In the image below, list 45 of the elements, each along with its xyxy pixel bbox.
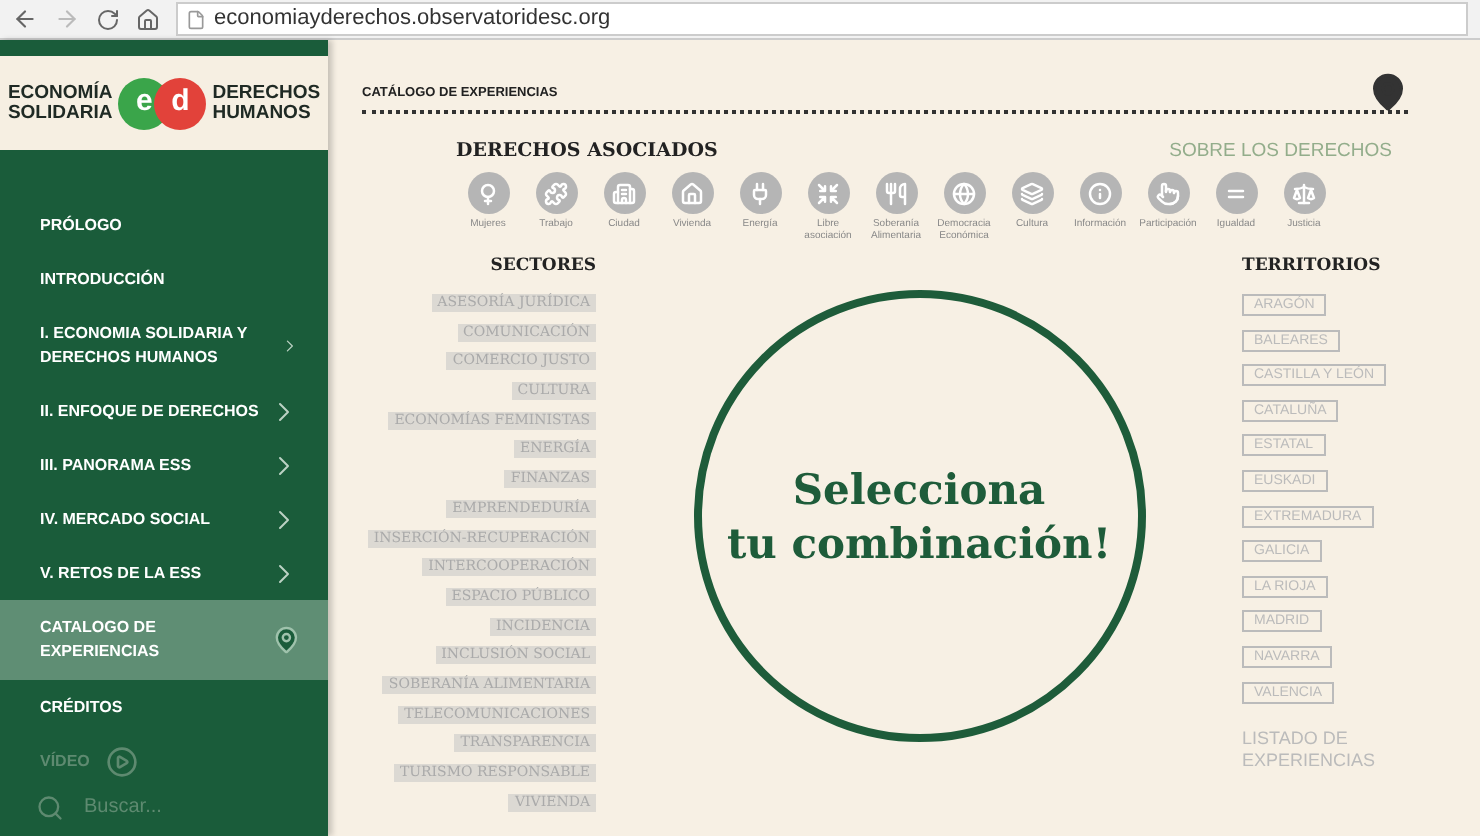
back-icon[interactable] [12, 6, 38, 32]
map-pin-icon[interactable] [1368, 72, 1408, 112]
reload-icon[interactable] [96, 7, 120, 31]
nav-item[interactable]: CRÉDITOS [0, 680, 328, 734]
experiences-link[interactable]: LISTADO DE EXPERIENCIAS [1242, 728, 1402, 773]
nav-item[interactable]: I. ECONOMIA SOLIDARIA Y DERECHOS HUMANOS [0, 306, 328, 384]
section-title: TERRITORIOS [1242, 254, 1381, 280]
nav-item[interactable]: IV. MERCADO SOCIAL [0, 492, 328, 546]
scales-icon [1283, 172, 1325, 215]
utensils-icon [875, 172, 917, 215]
logo-text: HUMANOS [212, 103, 313, 123]
venus-icon [467, 172, 509, 215]
logo-text: DERECHOS [212, 83, 321, 103]
plug-icon [739, 172, 781, 215]
nav-item[interactable]: VÍDEO [0, 734, 328, 788]
house-icon [671, 172, 713, 215]
arrows-inward-icon [807, 172, 849, 215]
search-icon [36, 793, 64, 821]
equal-icon [1215, 172, 1257, 215]
logo[interactable]: ECONOMÍA SOLIDARIA e d DERECHOS HUMANOS [0, 56, 328, 150]
page-icon [186, 9, 206, 29]
nav-item[interactable]: INTRODUCCIÓN [0, 252, 328, 306]
building-icon [603, 172, 645, 215]
globe-icon [943, 172, 985, 215]
url-text: economiayderechos.observatoridesc.org [214, 4, 611, 35]
pointing-hand-icon [1147, 172, 1189, 215]
map-pin-icon [271, 624, 300, 656]
address-bar[interactable]: economiayderechos.observatoridesc.org [176, 2, 1468, 36]
nav-item[interactable]: III. PANORAMA ESS [0, 438, 328, 492]
nav-item[interactable]: PRÓLOGO [0, 198, 328, 252]
home-icon[interactable] [136, 7, 160, 31]
play-icon [105, 745, 138, 777]
prompt-text: Selecciona tu combinación! [726, 462, 1112, 571]
nav-item[interactable]: CATALOGO DE EXPERIENCIAS [0, 600, 328, 680]
puzzle-icon [535, 172, 577, 215]
search-field[interactable]: Buscar... [84, 792, 284, 822]
rights-link[interactable]: SOBRE LOS DERECHOS [1169, 138, 1392, 167]
nav-item[interactable]: V. RETOS DE LA ESS [0, 546, 328, 600]
section-title: SECTORES [490, 254, 596, 280]
layers-icon [1011, 172, 1053, 215]
section-title: DERECHOS ASOCIADOS [456, 138, 718, 166]
info-icon [1079, 172, 1121, 215]
logo-text: SOLIDARIA [7, 103, 113, 123]
logo-text: ECONOMÍA [7, 83, 113, 103]
nav-item[interactable]: II. ENFOQUE DE DERECHOS [0, 384, 328, 438]
